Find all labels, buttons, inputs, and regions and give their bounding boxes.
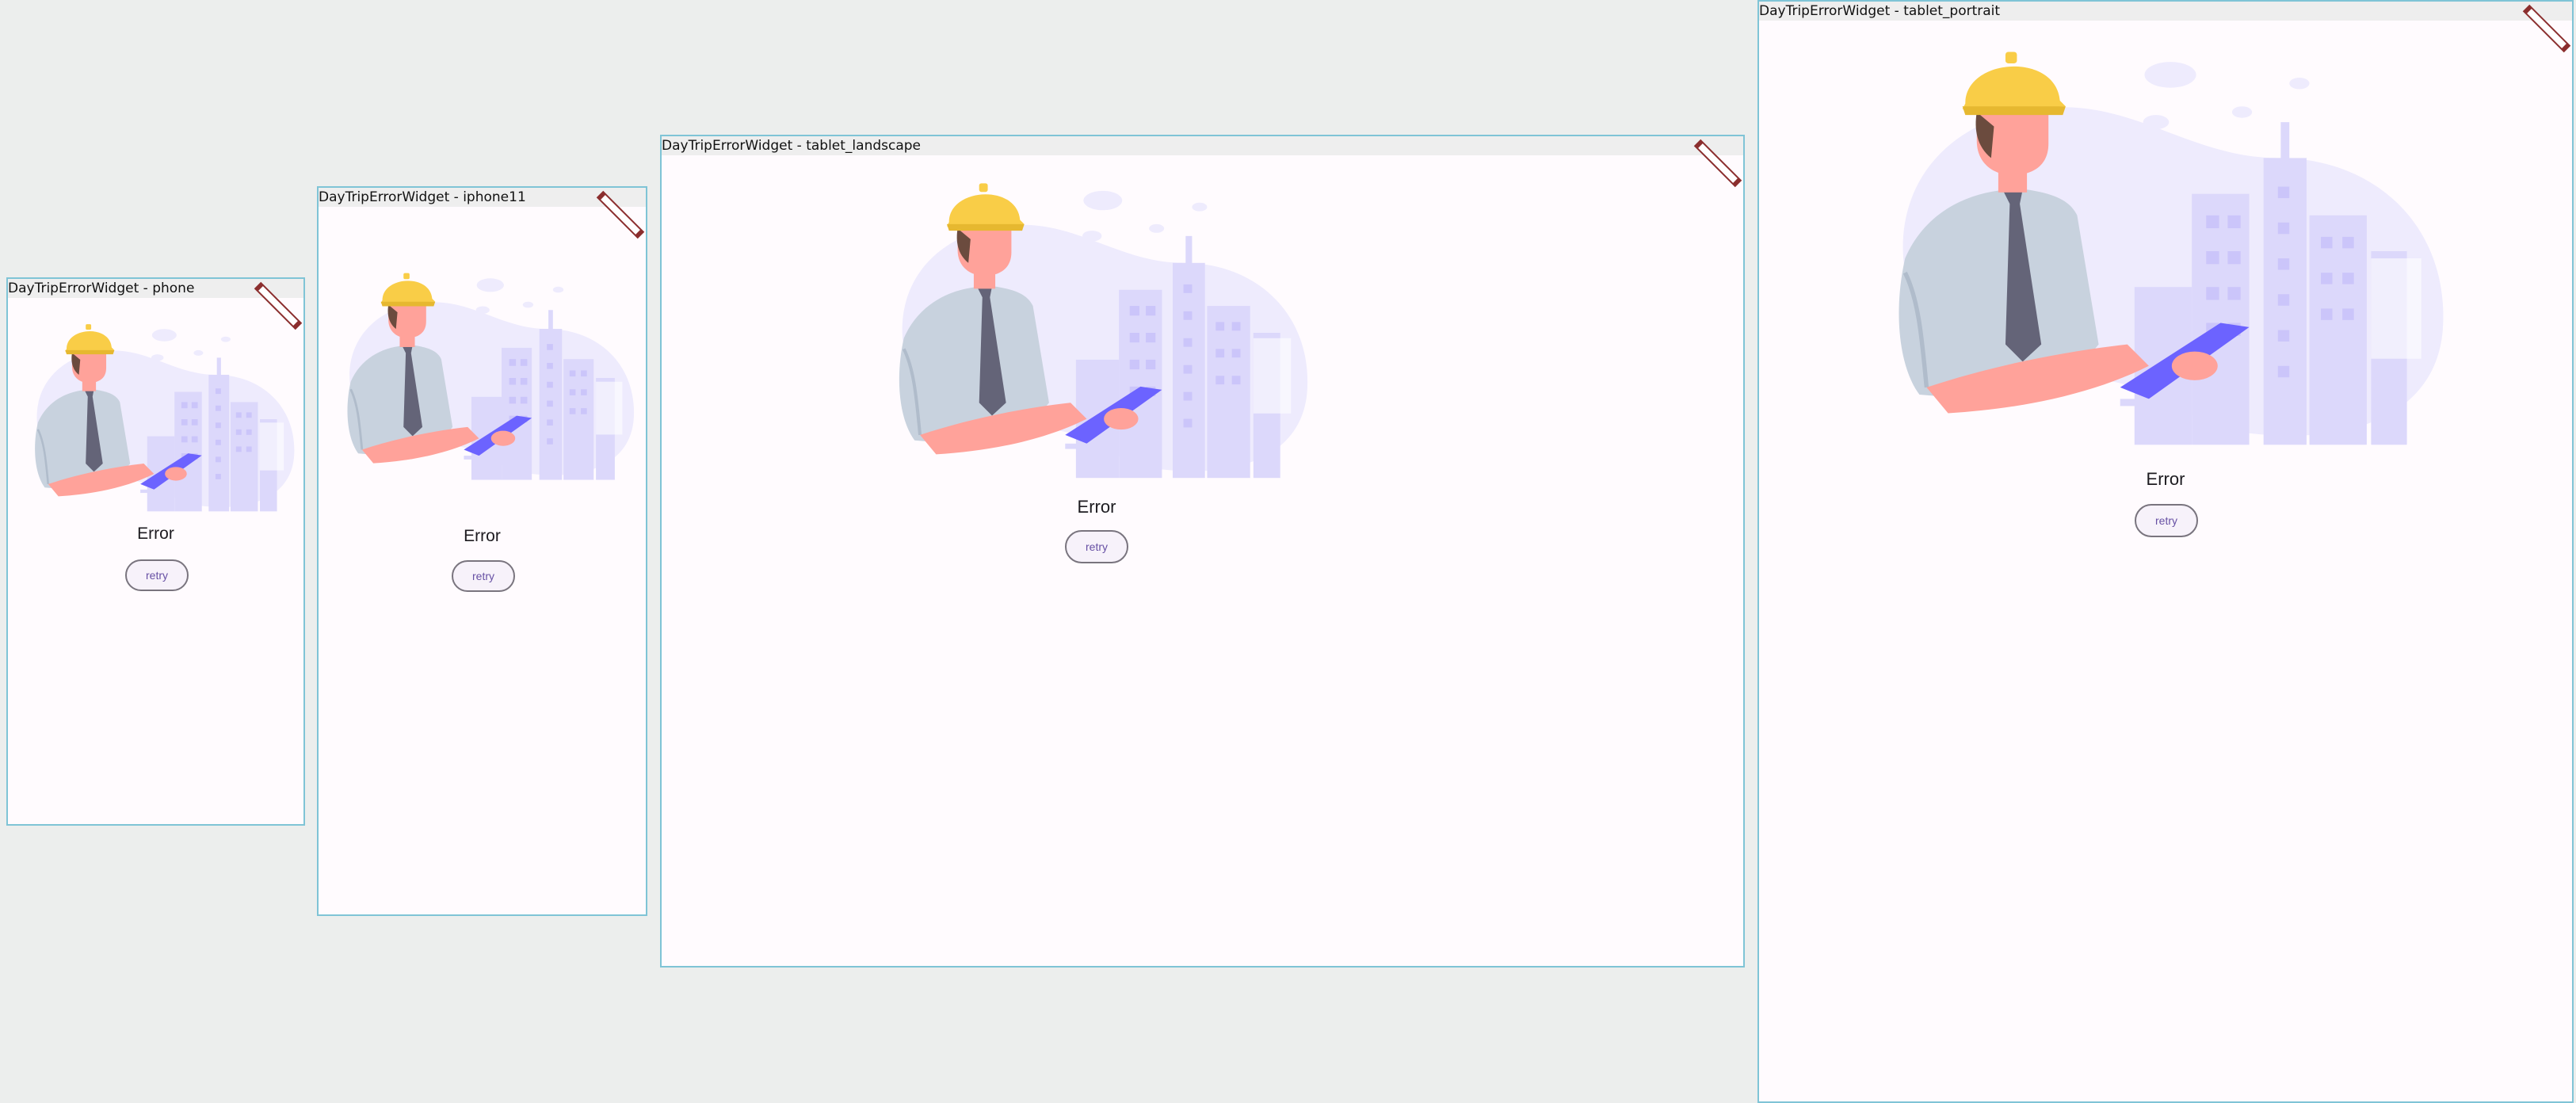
engineer-with-tablet-illustration — [346, 272, 635, 481]
error-message: Error — [464, 527, 501, 545]
engineer-with-tablet-illustration — [872, 174, 1323, 491]
retry-button[interactable]: retry — [452, 560, 515, 592]
device-frame-tablet-landscape: DayTripErrorWidget - tablet_landscape Er… — [660, 135, 1745, 968]
engineer-with-tablet-illustration — [1862, 33, 2464, 469]
device-frame-phone: DayTripErrorWidget - phone Error retry — [6, 277, 305, 826]
error-message: Error — [137, 525, 174, 543]
debug-banner-icon — [1693, 139, 1742, 188]
error-message: Error — [1077, 497, 1116, 517]
debug-banner-icon — [2522, 4, 2571, 53]
retry-button[interactable]: retry — [1065, 530, 1128, 563]
device-frame-iphone11: DayTripErrorWidget - iphone11 Error retr… — [317, 186, 647, 916]
retry-button[interactable]: retry — [2135, 504, 2198, 537]
engineer-with-tablet-illustration — [33, 323, 296, 513]
retry-button[interactable]: retry — [125, 559, 189, 591]
error-message: Error — [2146, 469, 2185, 489]
debug-banner-icon — [596, 190, 645, 239]
device-label: DayTripErrorWidget - tablet_landscape — [662, 136, 1743, 155]
device-label: DayTripErrorWidget - tablet_portrait — [1759, 2, 2572, 21]
device-frame-tablet-portrait: DayTripErrorWidget - tablet_portrait Err… — [1757, 0, 2574, 1103]
